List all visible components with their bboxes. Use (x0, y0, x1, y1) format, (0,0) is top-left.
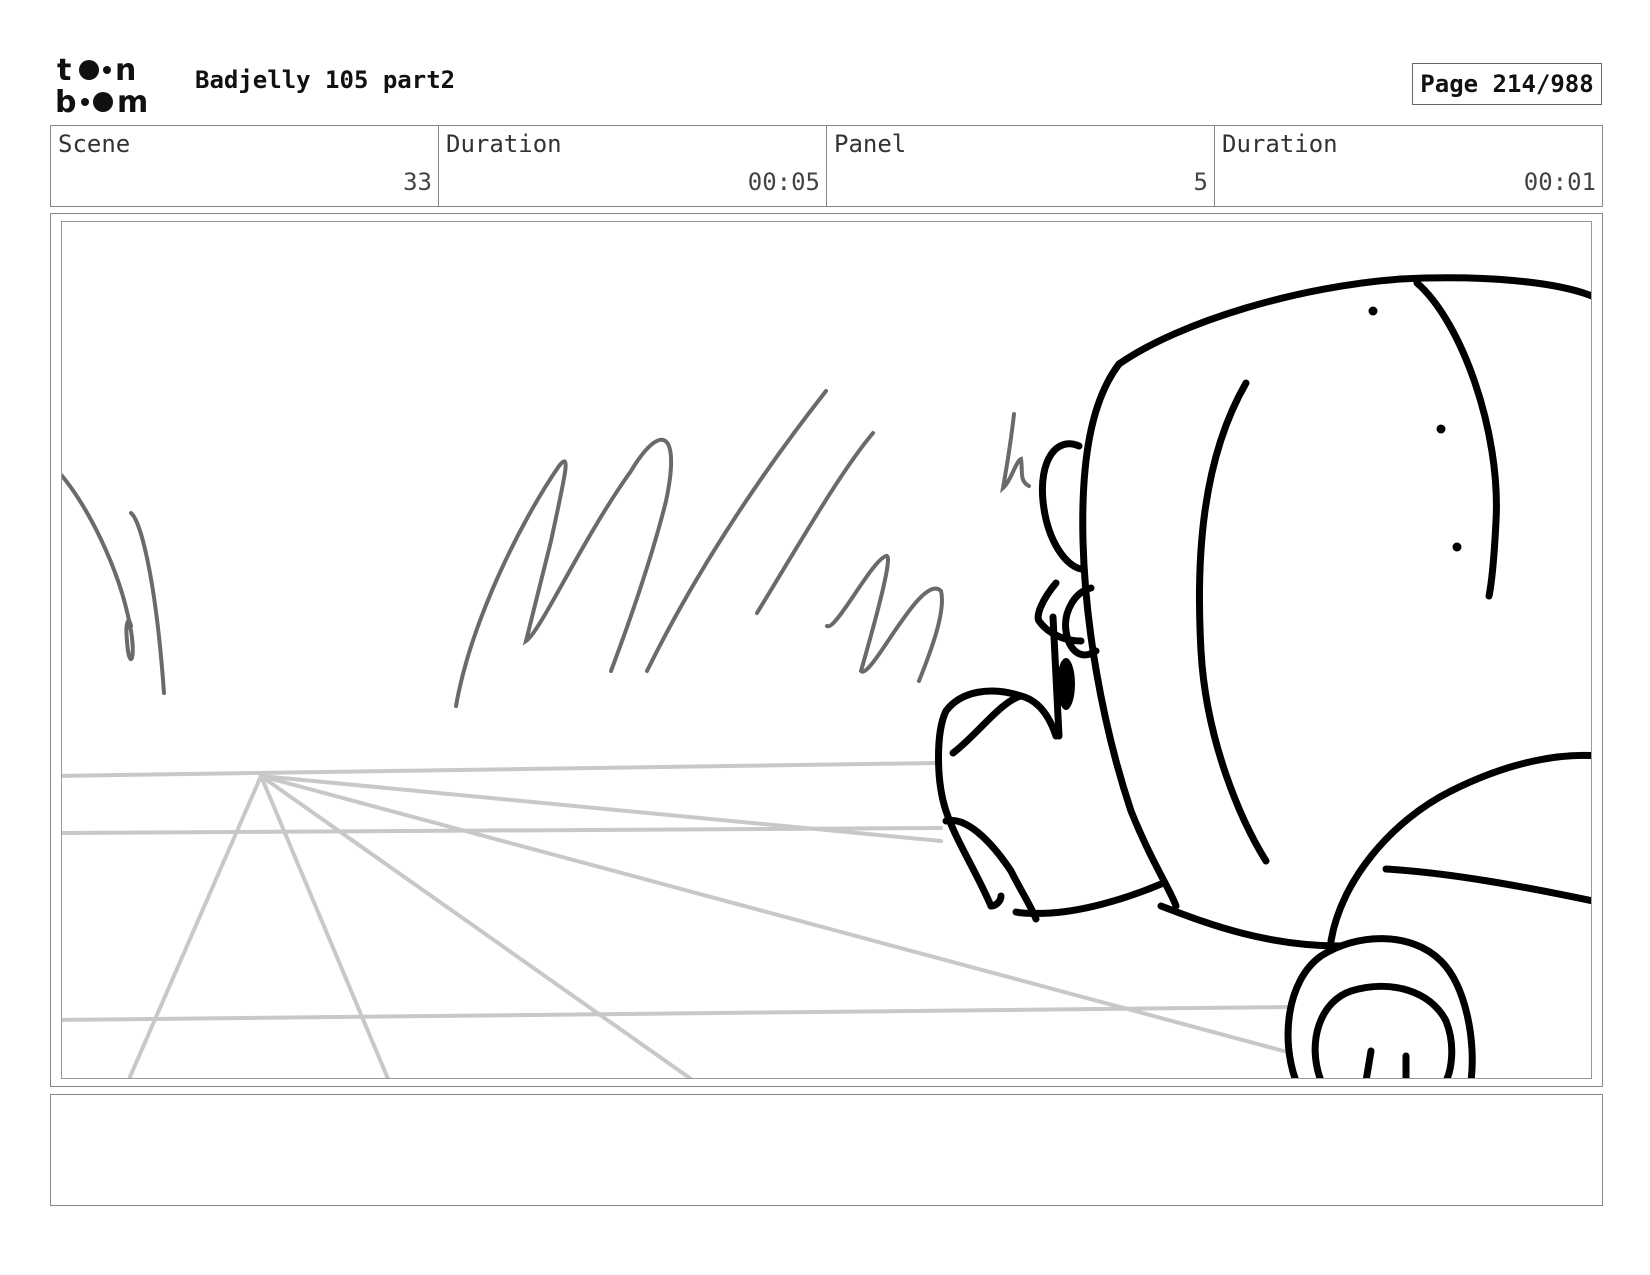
panel-duration-cell: Duration 00:01 (1215, 126, 1602, 206)
panel-notes[interactable] (50, 1094, 1603, 1206)
project-title: Badjelly 105 part2 (195, 66, 456, 94)
scene-duration-cell: Duration 00:05 (439, 126, 827, 206)
page-indicator: Page 214/988 (1412, 63, 1602, 105)
perspective-guides (62, 761, 1293, 1078)
panel-cell: Panel 5 (827, 126, 1215, 206)
panel-duration-value: 00:01 (1523, 168, 1596, 196)
scene-value: 33 (403, 168, 432, 196)
page-label: Page 214/988 (1420, 70, 1594, 98)
panel-label: Panel (834, 130, 907, 158)
scene-label: Scene (58, 130, 131, 158)
panel-duration-label: Duration (1222, 130, 1338, 158)
character-sketch (935, 274, 1591, 1078)
toon-boom-logo-mark: t n b m (55, 53, 148, 120)
storyboard-drawing (62, 274, 1591, 1078)
panel-value: 5 (1193, 168, 1208, 196)
scene-cell: Scene 33 (51, 126, 439, 206)
info-row: Scene 33 Duration 00:05 Panel 5 Duration… (50, 125, 1603, 207)
scene-duration-label: Duration (446, 130, 562, 158)
motion-strokes (62, 389, 1031, 708)
svg-text:t: t (57, 53, 71, 88)
toon-boom-logo: t n b m (55, 52, 175, 120)
svg-text:b: b (55, 85, 76, 116)
storyboard-panel (61, 221, 1592, 1079)
svg-text:n: n (115, 53, 136, 88)
svg-text:m: m (117, 85, 148, 116)
scene-duration-value: 00:05 (747, 168, 820, 196)
